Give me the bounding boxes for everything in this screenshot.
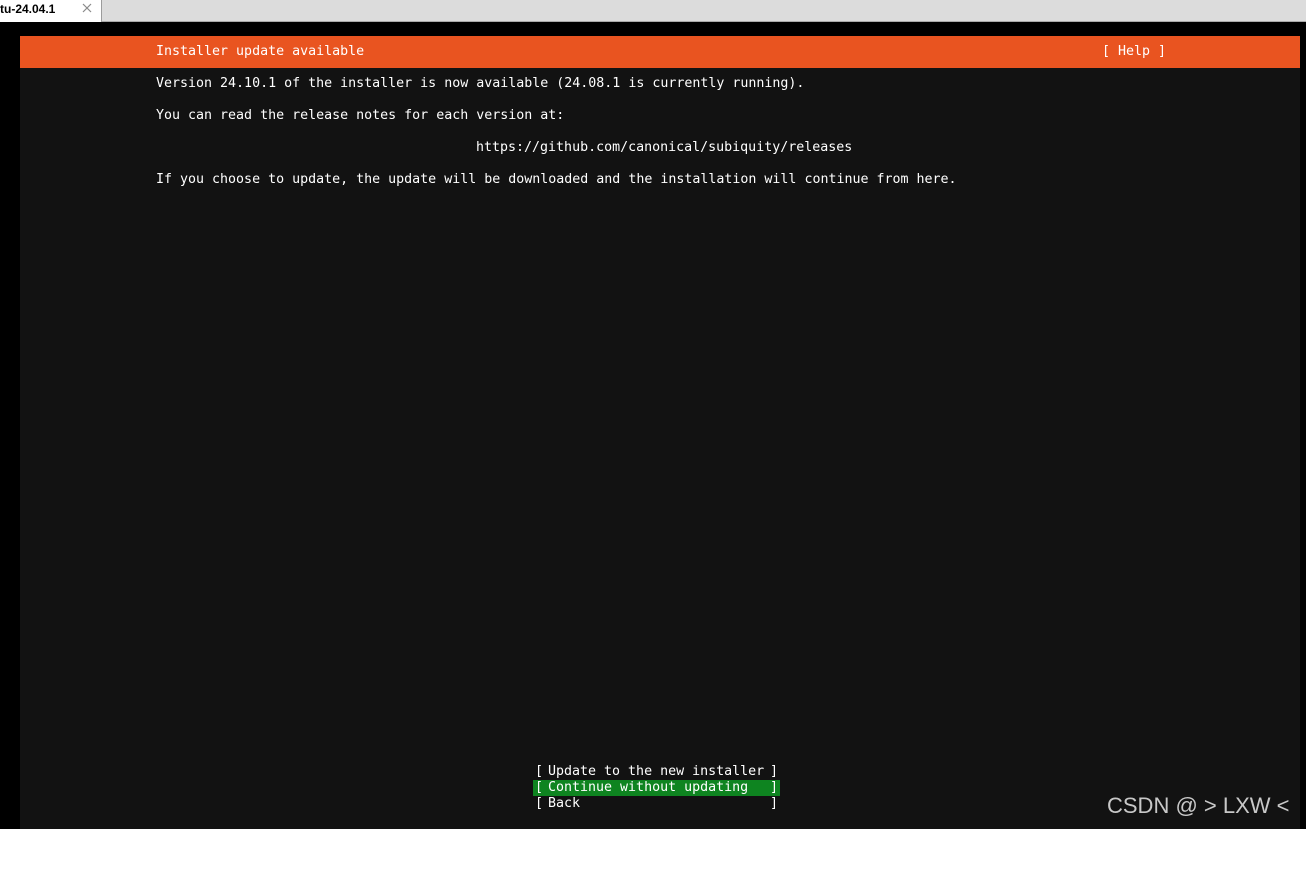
bracket-right: ] [769, 764, 778, 779]
close-icon[interactable] [80, 1, 94, 15]
button-label: Update to the new installer [548, 764, 765, 779]
bracket-left: [ [535, 796, 544, 811]
vm-tab[interactable]: tu-24.04.1 [0, 0, 102, 22]
installer-screen: Installer update available [ Help ] Vers… [20, 36, 1300, 829]
version-text: Version 24.10.1 of the installer is now … [156, 76, 805, 91]
update-info-text: If you choose to update, the update will… [156, 172, 957, 187]
page-title: Installer update available [156, 44, 365, 59]
bracket-right: ] [769, 780, 778, 795]
back-button[interactable]: [ Back ] [533, 796, 780, 812]
tab-label: tu-24.04.1 [0, 2, 56, 16]
bracket-left: [ [535, 764, 544, 779]
help-button[interactable]: [ Help ] [1102, 44, 1166, 60]
button-label: Back [548, 796, 581, 811]
bracket-left: [ [535, 780, 544, 795]
release-url: https://github.com/canonical/subiquity/r… [476, 140, 853, 155]
vm-display[interactable]: Installer update available [ Help ] Vers… [0, 22, 1306, 829]
continue-without-updating-button[interactable]: [ Continue without updating ] [533, 780, 780, 796]
update-installer-button[interactable]: [ Update to the new installer ] [533, 764, 780, 780]
button-label: Continue without updating [548, 780, 749, 795]
bracket-right: ] [769, 796, 778, 811]
title-bar: Installer update available [ Help ] [20, 36, 1300, 68]
watermark: CSDN @ > LXW < [1107, 793, 1290, 818]
release-notes-text: You can read the release notes for each … [156, 108, 565, 123]
tab-bar: tu-24.04.1 [0, 0, 1306, 22]
